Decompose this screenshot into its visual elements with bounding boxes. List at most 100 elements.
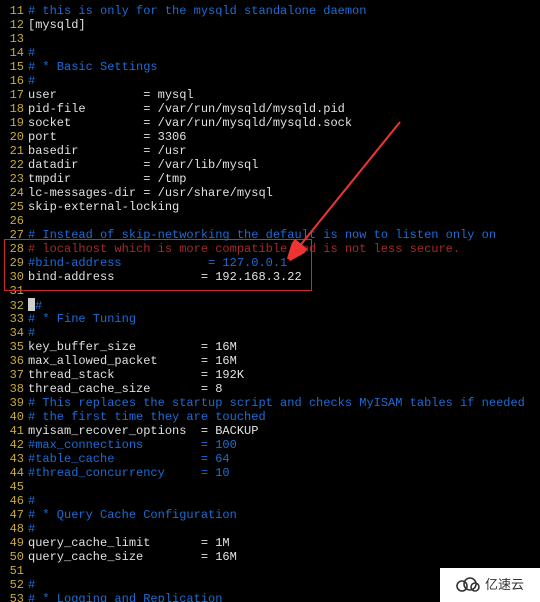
line-number: 40 — [0, 410, 28, 424]
code-content: socket = /var/run/mysqld/mysqld.sock — [28, 116, 352, 130]
code-line: 43#table_cache = 64 — [0, 452, 540, 466]
code-segment: socket = /var/run/mysqld/mysqld.sock — [28, 116, 352, 130]
code-line: 16# — [0, 74, 540, 88]
code-content: # — [28, 494, 35, 508]
code-line: 11# this is only for the mysqld standalo… — [0, 4, 540, 18]
code-content: user = mysql — [28, 88, 194, 102]
code-line: 41myisam_recover_options = BACKUP — [0, 424, 540, 438]
code-line: 18pid-file = /var/run/mysqld/mysqld.pid — [0, 102, 540, 116]
line-number: 39 — [0, 396, 28, 410]
line-number: 27 — [0, 228, 28, 242]
code-segment: # * Fine Tuning — [28, 312, 136, 326]
code-line: 35key_buffer_size = 16M — [0, 340, 540, 354]
code-segment: bind-address = 192.168.3.22 — [28, 270, 302, 284]
code-content: [mysqld] — [28, 18, 86, 32]
code-content: # * Logging and Replication — [28, 592, 222, 602]
code-line: 39# This replaces the startup script and… — [0, 396, 540, 410]
line-number: 26 — [0, 214, 28, 228]
line-number: 42 — [0, 438, 28, 452]
line-number: 21 — [0, 144, 28, 158]
code-segment: tmpdir = /tmp — [28, 172, 186, 186]
line-number: 15 — [0, 60, 28, 74]
code-segment: query_cache_size = 16M — [28, 550, 237, 564]
code-line: 42#max_connections = 100 — [0, 438, 540, 452]
code-line: 44#thread_concurrency = 10 — [0, 466, 540, 480]
cloud-icon — [456, 576, 480, 595]
code-segment: # — [28, 578, 35, 592]
code-content: lc-messages-dir = /usr/share/mysql — [28, 186, 273, 200]
code-content: skip-external-locking — [28, 200, 179, 214]
code-line: 47# * Query Cache Configuration — [0, 508, 540, 522]
code-segment: # localhost which is more compatible and… — [28, 242, 460, 256]
text-cursor — [28, 298, 35, 311]
line-number: 52 — [0, 578, 28, 592]
code-content: # localhost which is more compatible and… — [28, 242, 460, 256]
code-content: #table_cache = 64 — [28, 452, 230, 466]
code-segment: basedir = /usr — [28, 144, 186, 158]
code-segment: # * Logging and Replication — [28, 592, 222, 602]
line-number: 17 — [0, 88, 28, 102]
line-number: 37 — [0, 368, 28, 382]
line-number: 13 — [0, 32, 28, 46]
code-content: thread_cache_size = 8 — [28, 382, 222, 396]
line-number: 44 — [0, 466, 28, 480]
line-number: 41 — [0, 424, 28, 438]
line-number: 34 — [0, 326, 28, 340]
code-content: # — [28, 578, 35, 592]
line-number: 28 — [0, 242, 28, 256]
code-content: # * Query Cache Configuration — [28, 508, 237, 522]
code-segment: query_cache_limit = 1M — [28, 536, 230, 550]
code-content: bind-address = 192.168.3.22 — [28, 270, 302, 284]
code-line: 12[mysqld] — [0, 18, 540, 32]
line-number: 16 — [0, 74, 28, 88]
code-content: pid-file = /var/run/mysqld/mysqld.pid — [28, 102, 345, 116]
line-number: 24 — [0, 186, 28, 200]
code-segment: # — [35, 299, 42, 313]
code-line: 27# Instead of skip-networking the defau… — [0, 228, 540, 242]
code-segment: myisam_recover_options = BACKUP — [28, 424, 258, 438]
code-segment: pid-file = /var/run/mysqld/mysqld.pid — [28, 102, 345, 116]
code-content: # this is only for the mysqld standalone… — [28, 4, 366, 18]
code-line: 26 — [0, 214, 540, 228]
code-content: key_buffer_size = 16M — [28, 340, 237, 354]
code-line: 38thread_cache_size = 8 — [0, 382, 540, 396]
code-content: # — [28, 522, 35, 536]
code-line: 29#bind-address = 127.0.0.1 — [0, 256, 540, 270]
code-segment: # this is only for the mysqld standalone… — [28, 4, 366, 18]
code-segment: [mysqld] — [28, 18, 86, 32]
code-content: query_cache_size = 16M — [28, 550, 237, 564]
line-number: 23 — [0, 172, 28, 186]
line-number: 38 — [0, 382, 28, 396]
line-number: 48 — [0, 522, 28, 536]
code-line: 21basedir = /usr — [0, 144, 540, 158]
code-line: 50query_cache_size = 16M — [0, 550, 540, 564]
code-segment: # * Basic Settings — [28, 60, 158, 74]
code-line: 19socket = /var/run/mysqld/mysqld.sock — [0, 116, 540, 130]
code-content: # the first time they are touched — [28, 410, 266, 424]
code-content: # — [28, 326, 35, 340]
code-line: 34# — [0, 326, 540, 340]
code-content: # * Basic Settings — [28, 60, 158, 74]
line-number: 14 — [0, 46, 28, 60]
code-content: # — [28, 74, 35, 88]
line-number: 12 — [0, 18, 28, 32]
code-line: 24lc-messages-dir = /usr/share/mysql — [0, 186, 540, 200]
code-editor: 11# this is only for the mysqld standalo… — [0, 0, 540, 602]
code-content: # — [28, 298, 42, 313]
code-segment: # Instead of skip-networking the default… — [28, 228, 496, 242]
code-content: myisam_recover_options = BACKUP — [28, 424, 258, 438]
code-line: 33# * Fine Tuning — [0, 312, 540, 326]
code-line: 31 — [0, 284, 540, 298]
code-line: 28# localhost which is more compatible a… — [0, 242, 540, 256]
line-number: 46 — [0, 494, 28, 508]
code-segment: skip-external-locking — [28, 200, 179, 214]
code-segment: lc-messages-dir = /usr/share/mysql — [28, 186, 273, 200]
code-line: 37thread_stack = 192K — [0, 368, 540, 382]
watermark-text: 亿速云 — [485, 578, 524, 592]
code-segment: # the first time they are touched — [28, 410, 266, 424]
code-line: 49query_cache_limit = 1M — [0, 536, 540, 550]
code-content: tmpdir = /tmp — [28, 172, 186, 186]
code-line: 45 — [0, 480, 540, 494]
code-content: #max_connections = 100 — [28, 438, 237, 452]
code-content: # — [28, 46, 35, 60]
